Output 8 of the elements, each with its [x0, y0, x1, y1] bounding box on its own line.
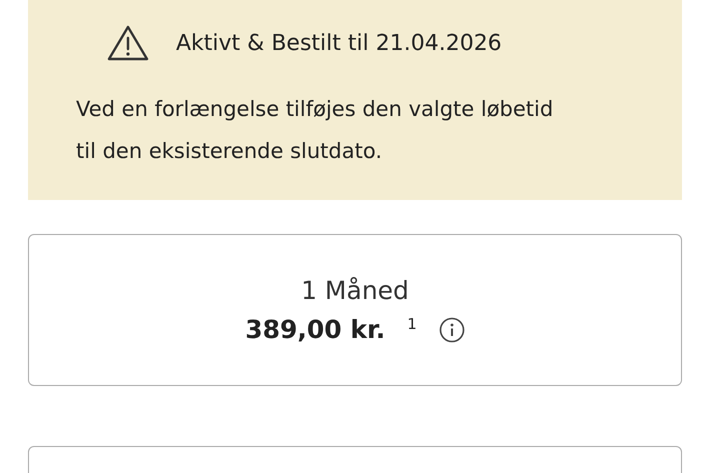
price-label: 389,00 kr. — [245, 315, 386, 344]
footnote-mark: 1 — [407, 315, 417, 333]
period-label: 1 Måned — [301, 276, 409, 305]
warning-icon — [106, 24, 150, 62]
option-card[interactable]: 1 Måned 389,00 kr. 1 — [28, 234, 682, 386]
notice-title: Aktivt & Bestilt til 21.04.2026 — [176, 30, 502, 56]
info-icon[interactable] — [438, 316, 465, 342]
notice-text: Ved en forlængelse tilføjes den valgte løbetid til den eksisterende slutdato. — [76, 96, 554, 165]
